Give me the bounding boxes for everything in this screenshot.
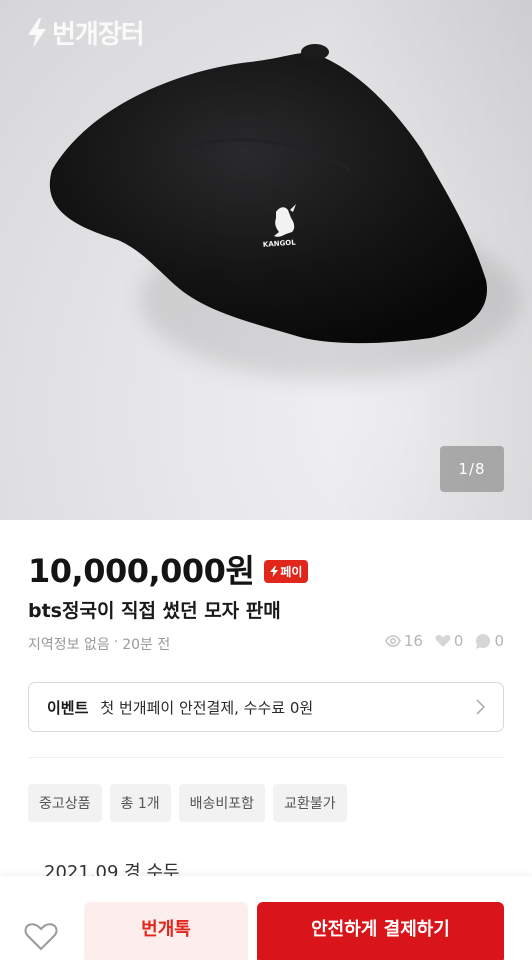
event-text: 첫 번개페이 안전결제, 수수료 0원	[100, 698, 314, 717]
bottom-action-bar: 번개톡 안전하게 결제하기	[0, 876, 532, 960]
section-divider	[28, 757, 504, 758]
favorite-heart-icon[interactable]	[24, 922, 58, 952]
meta-separator: ·	[113, 634, 119, 650]
safe-pay-button[interactable]: 안전하게 결제하기	[257, 902, 504, 960]
time-ago-text: 20분 전	[122, 637, 171, 653]
product-image-carousel[interactable]: KANGOL 번개장터 1/8	[0, 0, 532, 520]
like-count: 0	[453, 632, 464, 650]
like-stat: 0	[435, 632, 464, 650]
tag-quantity: 총 1개	[109, 784, 171, 822]
image-counter: 1/8	[440, 446, 504, 492]
product-meta: 지역정보 없음 · 20분 전	[28, 634, 170, 654]
eye-icon	[384, 635, 401, 647]
bungaetalk-button[interactable]: 번개톡	[84, 902, 248, 960]
product-title: bts정국이 직접 썼던 모자 판매	[28, 600, 281, 622]
location-text: 지역정보 없음	[28, 637, 110, 653]
pay-badge: 페이	[264, 559, 309, 583]
tag-exchange: 교환불가	[273, 784, 347, 822]
product-photo: KANGOL	[49, 44, 520, 380]
tag-condition: 중고상품	[28, 784, 102, 822]
view-count: 16	[403, 632, 423, 650]
chat-stat: 0	[475, 632, 504, 650]
chat-count: 0	[494, 632, 504, 650]
product-stats: 16 0 0	[384, 632, 504, 650]
price-row: 10,000,000원 페이	[28, 546, 309, 592]
heart-icon	[435, 634, 451, 647]
app-logo-text: 번개장터	[52, 20, 145, 50]
product-tags: 중고상품 총 1개 배송비포함 교환불가	[28, 784, 347, 822]
chevron-right-icon	[476, 699, 485, 715]
event-banner[interactable]: 이벤트 첫 번개페이 안전결제, 수수료 0원	[28, 682, 504, 732]
app-logo: 번개장터	[26, 14, 145, 51]
pay-badge-label: 페이	[280, 564, 303, 579]
event-tag: 이벤트	[47, 698, 89, 717]
tag-shipping: 배송비포함	[178, 784, 266, 822]
lightning-icon	[28, 17, 46, 48]
lightning-icon	[270, 565, 279, 577]
view-stat: 16	[384, 632, 423, 650]
product-price: 10,000,000원	[28, 552, 255, 590]
chat-bubble-icon	[476, 633, 491, 649]
